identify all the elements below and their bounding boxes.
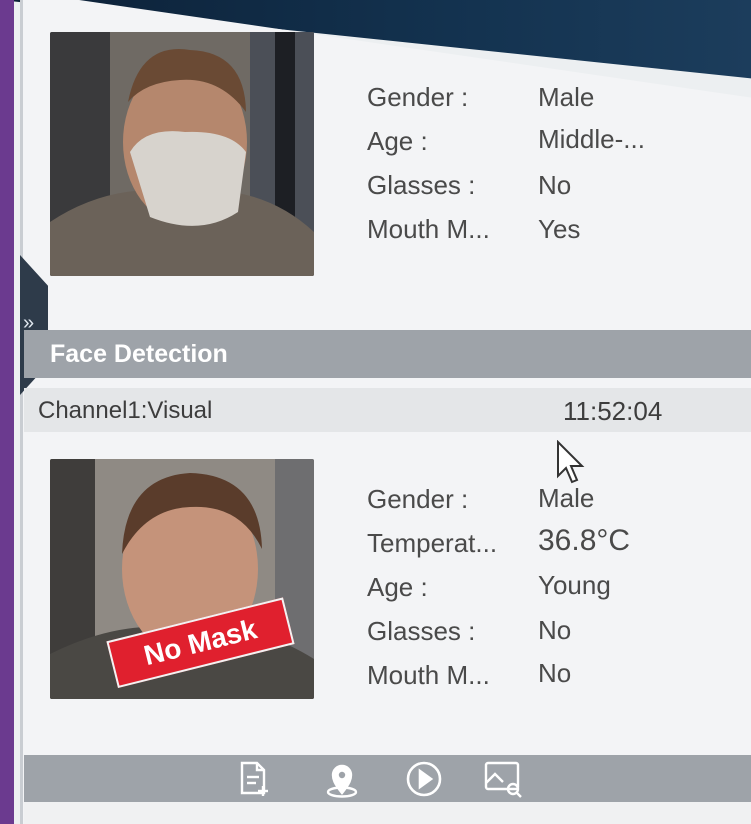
section-title: Face Detection [50, 340, 228, 368]
left-accent-strip [0, 0, 14, 824]
attr-label-mouth-mask: Mouth M... [367, 660, 490, 690]
attr-label-gender: Gender : [367, 82, 469, 112]
location-icon[interactable] [322, 759, 362, 799]
add-document-icon[interactable] [234, 759, 274, 799]
attr-label-temperature: Temperat... [367, 528, 498, 558]
attr-value-glasses: No [538, 615, 572, 645]
attr-value-age: Young [538, 570, 611, 600]
attr-label-mouth-mask: Mouth M... [367, 214, 490, 244]
attr-value-mouth-mask: No [538, 658, 572, 688]
attr-label-glasses: Glasses : [367, 170, 476, 200]
attr-value-temperature: 36.8°C [538, 524, 631, 557]
mouse-cursor-icon [554, 439, 588, 488]
panel-divider [20, 0, 23, 824]
card-action-bar [24, 755, 751, 802]
face-snapshot[interactable] [50, 32, 314, 276]
attr-value-glasses: No [538, 170, 572, 200]
channel-name: Channel1:Visual [38, 397, 213, 424]
event-time: 11:52:04 [563, 396, 663, 426]
attr-label-age: Age : [367, 572, 428, 602]
attr-value-gender: Male [538, 82, 595, 112]
image-search-icon[interactable] [483, 759, 523, 799]
attr-value-age: Middle-... [538, 124, 645, 154]
next-event-row[interactable] [24, 802, 751, 824]
attr-label-glasses: Glasses : [367, 616, 476, 646]
attr-value-mouth-mask: Yes [538, 214, 581, 244]
play-icon[interactable] [404, 759, 444, 799]
attr-label-gender: Gender : [367, 484, 469, 514]
attr-label-age: Age : [367, 126, 428, 156]
